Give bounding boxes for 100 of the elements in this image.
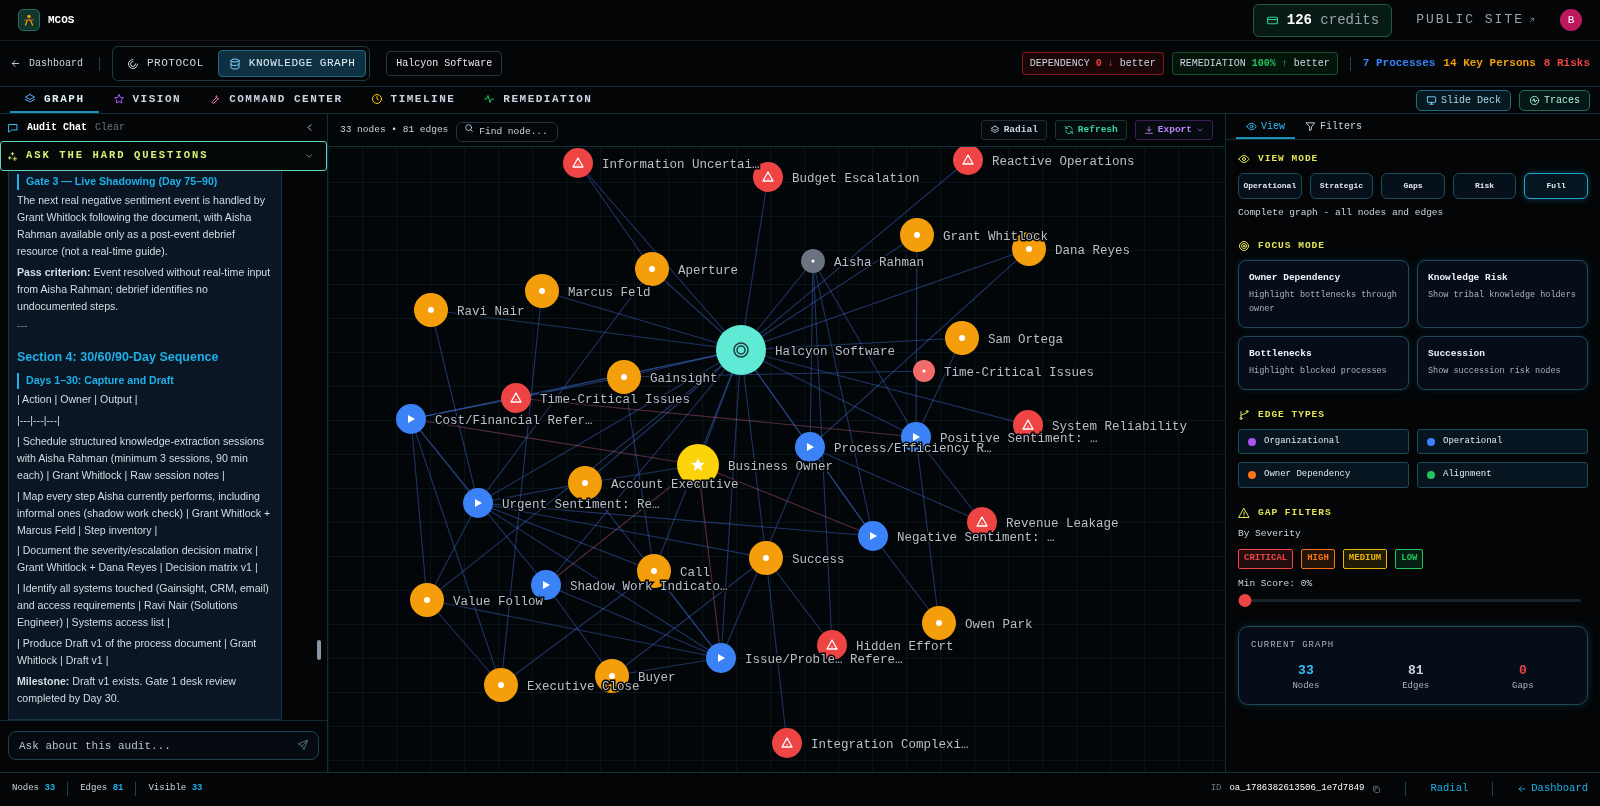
graph-toolbar-button[interactable]: Radial [980,119,1047,141]
mode-tab[interactable]: KNOWLEDGE GRAPH [217,50,367,77]
view-mode-button[interactable]: Operational [1238,173,1302,200]
focus-mode-card[interactable]: Knowledge Risk Show tribal knowledge holders [1417,259,1588,328]
severity-chip[interactable]: HIGH [1301,549,1335,569]
nav-tab[interactable]: GRAPH [10,86,99,114]
warning-node[interactable] [953,147,983,175]
clear-link[interactable]: Clear [95,120,126,135]
toolbar-button[interactable]: Slide Deck [1415,89,1511,111]
send-icon[interactable] [297,739,309,751]
slider-thumb[interactable] [1238,594,1252,608]
sparkles-icon [7,150,18,162]
nav-tab[interactable]: TIMELINE [356,86,470,114]
status-link[interactable]: Radial [1430,781,1469,797]
graph-toolbar-button[interactable]: Refresh [1054,119,1127,141]
node-label: Marcus Feld [568,285,651,300]
warning-node[interactable] [563,148,593,178]
scrollbar-thumb[interactable] [317,640,321,660]
node-label: Revenue Leakage [1006,516,1119,531]
edge-type-toggle[interactable]: Organizational [1238,428,1409,455]
wrench-icon [209,93,222,105]
user-avatar[interactable]: B [1560,9,1582,31]
copy-icon[interactable] [1372,784,1382,794]
warning-node[interactable] [501,383,531,413]
person-node[interactable] [410,583,444,617]
panel-tab[interactable]: Filters [1295,116,1373,139]
warning-node[interactable] [772,728,802,758]
back-link[interactable]: Dashboard [10,56,83,71]
clock-icon [370,93,383,105]
monitor-icon [1425,94,1437,106]
chat-input[interactable]: Ask about this audit... [8,731,319,760]
signal-node[interactable] [913,360,935,382]
node-label: Buyer [638,670,676,685]
public-site-link[interactable]: PUBLIC SITE [1416,10,1536,30]
graph-toolbar-button[interactable]: Export [1134,119,1213,141]
questions-banner[interactable]: ASK THE HARD QUESTIONS [0,141,327,171]
process-node[interactable] [795,432,825,462]
nav-tab[interactable]: COMMAND CENTER [195,86,357,114]
person-node[interactable] [568,466,602,500]
focus-card-description: Highlight blocked processes [1249,365,1388,379]
view-mode-button[interactable]: Risk [1452,173,1517,200]
metric-pill: DEPENDENCY 0 ↓ better [1021,52,1164,75]
process-node[interactable] [396,404,426,434]
focus-mode-card[interactable]: Bottlenecks Highlight blocked processes [1238,335,1409,390]
process-node[interactable] [463,488,493,518]
process-node[interactable] [706,643,736,673]
toolbar-button[interactable]: Traces [1519,89,1590,111]
expert-node[interactable] [801,249,825,273]
message-subheading: Gate 3 — Live Shadowing (Day 75–90) [17,174,273,190]
status-stat: Nodes 33 [12,782,56,796]
process-node[interactable] [858,521,888,551]
focus-mode-card[interactable]: Owner Dependency Highlight bottlenecks through owner [1238,259,1409,328]
focus-card-description: Show succession risk nodes [1428,365,1562,379]
message-paragraph: Pass criterion: Event resolved without real-time input from Aisha Rahman; debrief identifies no undocumented steps. [17,264,272,314]
panel-tab[interactable]: View [1236,116,1295,139]
focus-card-title: Owner Dependency [1249,270,1342,285]
message-paragraph: |---|---|---| [17,412,61,428]
edge-type-toggle[interactable]: Owner Dependency [1238,462,1409,488]
edge-type-toggle[interactable]: Alignment [1417,462,1588,488]
person-node[interactable] [525,274,559,308]
mode-tab[interactable]: PROTOCOL [116,50,215,77]
node-label: Time-Critical Issues [944,365,1095,380]
company-node[interactable] [716,325,766,375]
node-label: Sam Ortega [988,332,1063,347]
card-title: CURRENT GRAPH [1251,639,1336,653]
person-node[interactable] [749,541,783,575]
nav-tab[interactable]: VISION [98,86,196,114]
severity-chip[interactable]: MEDIUM [1342,549,1388,569]
layers-icon [24,93,36,105]
view-mode-button[interactable]: Strategic [1309,173,1374,200]
node-label: Aperture [678,263,738,278]
edge-type-toggle[interactable]: Operational [1417,428,1588,455]
person-node[interactable] [635,252,669,286]
view-mode-button[interactable]: Full [1524,173,1588,200]
status-link[interactable]: Dashboard [1517,781,1588,797]
id-label: ID [1210,782,1222,796]
stat-value: 33 [1297,661,1315,680]
nav-tab[interactable]: REMEDIATION [469,86,607,114]
node-label: Call [680,565,710,580]
min-score-label: Min Score: 0% [1238,576,1314,591]
search-icon [464,123,475,133]
audit-id: oa_1786382613506_1e7d7849 [1229,782,1365,796]
severity-chip[interactable]: CRITICAL [1238,549,1294,569]
node-label: Gainsight [650,371,718,386]
refresh-icon [1063,125,1074,135]
client-name: Halcyon Software [386,51,503,76]
person-node[interactable] [922,606,956,640]
view-mode-description: Complete graph - all nodes and edges [1238,206,1445,221]
focus-mode-card[interactable]: Succession Show succession risk nodes [1417,335,1588,390]
node-label: Value Follow [453,594,543,609]
person-node[interactable] [607,360,641,394]
person-node[interactable] [945,321,979,355]
view-mode-button[interactable]: Gaps [1381,173,1445,200]
severity-chip[interactable]: LOW [1395,549,1424,569]
node-search-field[interactable]: Find node... [456,121,559,142]
node-label: Cost/Financial Refer… [435,413,593,428]
person-node[interactable] [484,668,518,702]
person-node[interactable] [900,218,934,252]
message-paragraph: | Document the severity/escalation decision matrix | Grant Whitlock + Dana Reyes | Decision matrix v1 | [17,543,260,576]
person-node[interactable] [414,293,448,327]
